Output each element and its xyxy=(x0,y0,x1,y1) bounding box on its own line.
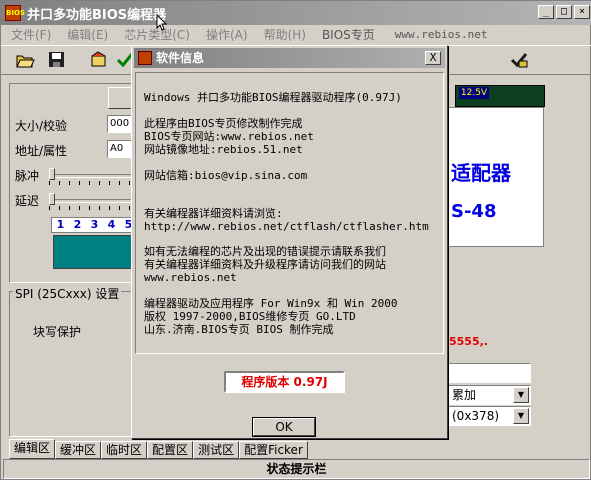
chevron-down-icon[interactable]: ▼ xyxy=(513,408,529,424)
delay-label: 延迟 xyxy=(15,194,40,208)
mouse-cursor-icon xyxy=(156,14,168,31)
tab-test-area[interactable]: 测试区 xyxy=(193,441,240,459)
port-select[interactable]: (0x378) ▼ xyxy=(447,406,531,426)
pulse-slider[interactable] xyxy=(49,174,135,178)
info-line: www.rebios.net xyxy=(144,271,237,284)
software-info-dialog: 软件信息 X Windows 并口多功能BIOS编程器驱动程序(0.97J) 此… xyxy=(131,45,448,439)
info-line: 如有无法编程的芯片及出现的错误提示请联系我们 xyxy=(144,245,386,258)
info-line: BIOS专页网站:www.rebios.net xyxy=(144,130,314,143)
menu-edit[interactable]: 编辑(E) xyxy=(67,26,108,43)
pulse-slider-ticks xyxy=(49,181,135,185)
menu-url: www.rebios.net xyxy=(394,27,488,41)
tab-temp-area[interactable]: 临时区 xyxy=(101,441,148,459)
voltage-indicator: 12.5V xyxy=(459,87,489,99)
red-status-text: 5555,. xyxy=(449,335,488,348)
info-line: 版权 1997-2000,BIOS维修专页 GO.LTD xyxy=(144,310,356,323)
dialog-info-panel: Windows 并口多功能BIOS编程器驱动程序(0.97J) 此程序由BIOS… xyxy=(135,72,444,354)
title-bar[interactable]: BIOS 并口多功能BIOS编程器 _ □ × xyxy=(1,1,591,25)
chevron-down-icon[interactable]: ▼ xyxy=(513,387,529,403)
maximize-button[interactable]: □ xyxy=(556,5,572,19)
tab-edit-area[interactable]: 编辑区 xyxy=(9,439,56,459)
tab-config-area[interactable]: 配置区 xyxy=(147,441,194,459)
text-field-right[interactable] xyxy=(447,363,531,383)
window-controls: _ □ × xyxy=(538,5,590,19)
info-line: 网站信箱:bios@vip.sina.com xyxy=(144,169,308,182)
adapter-label: 适配器 xyxy=(451,161,511,185)
tab-config-ficker[interactable]: 配置Ficker xyxy=(239,441,308,459)
block-write-protect-label: 块写保护 xyxy=(33,325,82,339)
info-line: 山东.济南.BIOS专页 BIOS 制作完成 xyxy=(144,323,334,336)
info-line: Windows 并口多功能BIOS编程器驱动程序(0.97J) xyxy=(144,91,402,104)
info-line: 此程序由BIOS专页修改制作完成 xyxy=(144,117,303,130)
close-window-button[interactable]: × xyxy=(574,5,590,19)
menu-bios-page[interactable]: BIOS专页 xyxy=(322,26,375,43)
info-link: http://www.rebios.net/ctflash/ctflasher.… xyxy=(144,220,429,233)
dialog-app-icon xyxy=(138,51,152,65)
save-disk-icon[interactable] xyxy=(47,51,69,71)
number-1[interactable]: 1 xyxy=(52,218,69,232)
info-line: 有关编程器详细资料请浏览: xyxy=(144,207,283,220)
menu-file[interactable]: 文件(F) xyxy=(11,26,51,43)
info-line: 编程器驱动及应用程序 For Win9x 和 Win 2000 xyxy=(144,297,398,310)
checksum-mode-value: 累加 xyxy=(452,388,477,402)
window-title: 并口多功能BIOS编程器 xyxy=(27,7,167,23)
open-folder-icon[interactable] xyxy=(15,51,37,71)
delay-slider[interactable] xyxy=(49,199,135,203)
spi-group-title: SPI (25Cxxx) 设置 xyxy=(13,285,122,302)
status-bar: 状态提示栏 xyxy=(3,459,590,479)
app-icon: BIOS xyxy=(5,5,25,21)
pulse-label: 脉冲 xyxy=(15,169,40,183)
tab-buffer-area[interactable]: 缓冲区 xyxy=(55,441,102,459)
pulse-slider-thumb[interactable] xyxy=(49,168,55,180)
version-label: 程序版本 0.97J xyxy=(224,371,345,393)
menu-operate[interactable]: 操作(A) xyxy=(206,26,248,43)
number-4[interactable]: 4 xyxy=(103,218,120,232)
info-line: 有关编程器详细资料及升级程序请访问我们的网站 xyxy=(144,258,386,271)
number-strip: 1 2 3 4 5 xyxy=(51,217,141,233)
adapter-model: S-48 xyxy=(451,201,497,222)
delay-slider-ticks xyxy=(49,206,135,210)
dialog-title-bar[interactable]: 软件信息 X xyxy=(134,48,445,68)
read-chip-icon[interactable] xyxy=(89,51,111,71)
dialog-title: 软件信息 xyxy=(156,51,205,65)
spi-settings-group xyxy=(9,291,139,437)
number-2[interactable]: 2 xyxy=(69,218,86,232)
delay-slider-thumb[interactable] xyxy=(49,193,55,205)
checksum-mode-select[interactable]: 累加 ▼ xyxy=(447,385,531,405)
menu-help[interactable]: 帮助(H) xyxy=(264,26,306,43)
menu-bar: 文件(F) 编辑(E) 芯片类型(C) 操作(A) 帮助(H) BIOS专页 w… xyxy=(1,25,591,43)
bottom-tabs: 编辑区 缓冲区 临时区 配置区 测试区 配置Ficker xyxy=(9,439,308,459)
ok-button[interactable]: OK xyxy=(252,417,316,437)
info-line: 网站镜像地址:rebios.51.net xyxy=(144,143,303,156)
address-attr-label: 地址/属性 xyxy=(15,144,68,158)
size-checksum-label: 大小/校验 xyxy=(15,119,68,133)
minimize-button[interactable]: _ xyxy=(538,5,554,19)
status-indicator-block xyxy=(53,235,141,269)
verify-check-icon[interactable] xyxy=(509,51,531,71)
dialog-close-button[interactable]: X xyxy=(425,51,441,65)
number-3[interactable]: 3 xyxy=(86,218,103,232)
port-value: (0x378) xyxy=(452,409,500,423)
